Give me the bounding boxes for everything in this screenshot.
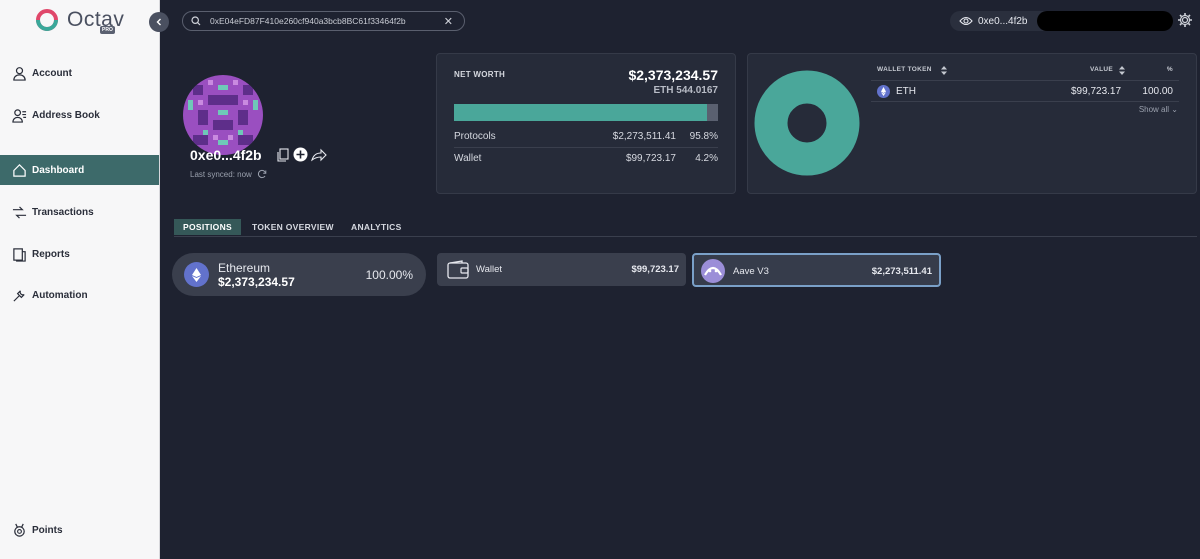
wallet-address: 0xe0...4f2b	[978, 15, 1028, 27]
pro-badge: PRO	[100, 26, 115, 34]
sidebar-item-dashboard[interactable]: Dashboard	[0, 155, 159, 185]
token-row[interactable]: ETH $99,723.17 100.00	[871, 80, 1179, 102]
settings-button[interactable]	[1177, 12, 1193, 33]
chain-name: Ethereum	[218, 261, 271, 275]
tab-token-overview[interactable]: TOKEN OVERVIEW	[243, 219, 343, 235]
sidebar-item-label: Transactions	[32, 206, 94, 218]
transfer-icon	[11, 204, 27, 220]
gear-icon	[1178, 13, 1192, 27]
token-value: $99,723.17	[1071, 86, 1122, 97]
row-pct: 4.2%	[695, 152, 718, 164]
net-worth-row-protocols[interactable]: Protocols $2,273,511.41 95.8%	[454, 126, 718, 147]
tab-bar: POSITIONS TOKEN OVERVIEW ANALYTICS	[174, 219, 1197, 237]
aave-icon	[701, 259, 725, 283]
header-value[interactable]: VALUE	[1090, 66, 1113, 73]
sidebar-item-label: Reports	[32, 248, 70, 260]
search-icon	[191, 16, 201, 26]
profile-address: 0xe0...4f2b	[190, 147, 262, 163]
show-all-label: Show all	[1138, 105, 1170, 114]
sort-icon[interactable]	[1119, 66, 1125, 75]
net-worth-bar	[454, 104, 718, 121]
token-table-header: WALLET TOKEN VALUE %	[871, 66, 1179, 80]
sidebar-item-label: Dashboard	[32, 164, 85, 176]
eth-icon	[184, 262, 209, 287]
header-pct: %	[1166, 66, 1173, 73]
wallet-selector[interactable]: 0xe0...4f2b	[950, 11, 1173, 31]
show-all-link[interactable]: Show all ⌄	[1139, 105, 1178, 114]
home-icon	[11, 162, 27, 178]
sidebar-item-label: Points	[32, 524, 63, 536]
address-search[interactable]: 0xE04eFD87F410e260cf940a3bcb8BC61f33464f…	[182, 11, 465, 31]
search-input[interactable]: 0xE04eFD87F410e260cf940a3bcb8BC61f33464f…	[210, 16, 406, 26]
tile-name: Aave V3	[733, 266, 769, 277]
points-icon	[11, 522, 27, 538]
chain-ethereum[interactable]: Ethereum $2,373,234.57 100.00%	[172, 253, 426, 296]
net-worth-label: NET WORTH	[454, 70, 506, 79]
clear-search-icon[interactable]: ✕	[444, 15, 453, 28]
row-value: $2,273,511.41	[612, 131, 676, 142]
report-icon	[11, 246, 27, 262]
octav-logo-icon	[36, 9, 58, 31]
net-worth-row-wallet[interactable]: Wallet $99,723.17 4.2%	[454, 147, 718, 168]
chevron-down-icon: ⌄	[1171, 105, 1178, 114]
sort-icon[interactable]	[941, 66, 947, 75]
net-worth-value: $2,373,234.57	[628, 67, 718, 83]
tab-analytics[interactable]: ANALYTICS	[342, 219, 411, 235]
contacts-icon	[11, 107, 27, 123]
row-name: Protocols	[454, 131, 496, 142]
sidebar-item-points[interactable]: Points	[0, 515, 159, 545]
last-synced: Last synced: now	[190, 169, 267, 179]
row-value: $99,723.17	[625, 152, 676, 164]
eth-icon	[877, 85, 890, 98]
user-icon	[11, 65, 27, 81]
share-icon[interactable]	[311, 148, 327, 162]
sidebar-item-automation[interactable]: Automation	[0, 280, 159, 310]
avatar	[183, 75, 263, 155]
net-worth-eth: ETH 544.0167	[653, 85, 719, 96]
collapse-sidebar-button[interactable]	[149, 12, 169, 32]
token-name: ETH	[896, 86, 916, 97]
eye-icon	[959, 16, 973, 26]
chain-amount: $2,373,234.57	[218, 275, 295, 289]
copy-icon[interactable]	[276, 147, 290, 162]
header-token[interactable]: WALLET TOKEN	[877, 66, 932, 73]
tile-value: $2,273,511.41	[871, 266, 932, 277]
tile-name: Wallet	[476, 264, 503, 275]
sidebar-item-address-book[interactable]: Address Book	[0, 100, 159, 130]
row-pct: 95.8%	[689, 131, 718, 142]
sidebar: Octav PRO Account Address Book Dashboard…	[0, 0, 160, 559]
token-pct: 100.00	[1142, 86, 1173, 97]
sidebar-item-account[interactable]: Account	[0, 58, 159, 88]
wallet-icon	[447, 260, 469, 279]
sidebar-item-label: Address Book	[32, 109, 100, 121]
app-name: Octav	[67, 8, 125, 31]
refresh-icon[interactable]	[257, 169, 267, 179]
sidebar-item-reports[interactable]: Reports	[0, 239, 159, 269]
sidebar-item-label: Automation	[32, 289, 88, 301]
wallet-token-card: WALLET TOKEN VALUE % ETH $99,723.17 100.…	[747, 53, 1197, 194]
token-donut-chart	[754, 70, 860, 176]
net-worth-card: NET WORTH $2,373,234.57 ETH 544.0167 Pro…	[436, 53, 736, 194]
sidebar-item-label: Account	[32, 67, 72, 79]
chevron-left-icon	[156, 18, 161, 26]
add-icon[interactable]	[293, 147, 308, 162]
chain-pct: 100.00%	[365, 268, 413, 282]
tile-value: $99,723.17	[631, 264, 679, 275]
last-synced-text: Last synced: now	[190, 169, 252, 179]
position-tile-wallet[interactable]: Wallet $99,723.17	[437, 253, 686, 286]
net-worth-bar-fill	[454, 104, 707, 121]
position-tile-aave[interactable]: Aave V3 $2,273,511.41	[692, 253, 941, 287]
address-actions	[276, 147, 327, 162]
row-name: Wallet	[454, 152, 482, 164]
redacted-block	[1037, 11, 1173, 31]
tab-positions[interactable]: POSITIONS	[174, 219, 241, 235]
wrench-icon	[11, 287, 27, 303]
sidebar-item-transactions[interactable]: Transactions	[0, 197, 159, 227]
